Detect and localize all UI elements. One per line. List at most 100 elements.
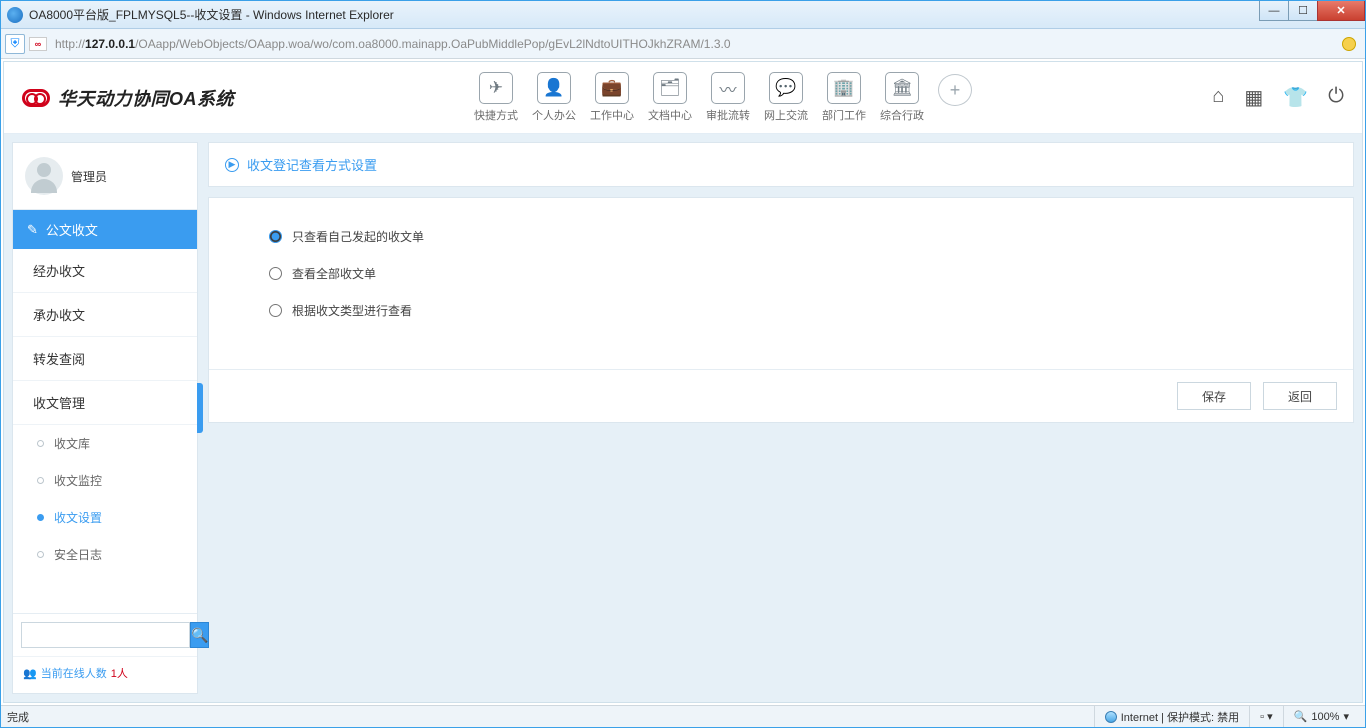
plus-icon: + [938, 74, 972, 106]
user-block: 管理员 [13, 143, 197, 210]
user-name: 管理员 [71, 168, 107, 185]
minimize-button[interactable]: — [1259, 1, 1289, 21]
menu-item-3[interactable]: 收文管理 [13, 381, 197, 425]
status-bar: 完成 Internet | 保护模式: 禁用 ▫ ▾ 🔍 100% ▾ [1, 705, 1365, 727]
nav-add[interactable]: + [938, 74, 972, 121]
window-controls: — ☐ ✕ [1260, 1, 1365, 21]
panel-footer: 保存 返回 [209, 369, 1353, 422]
sub-item-label: 安全日志 [54, 546, 102, 563]
nav-item-5[interactable]: 💬 网上交流 [764, 72, 808, 123]
apps-icon[interactable]: ▦ [1244, 85, 1263, 110]
window-title: OA8000平台版_FPLMYSQL5--收文设置 - Windows Inte… [29, 6, 394, 23]
globe-icon [1105, 711, 1117, 723]
back-button[interactable]: 返回 [1263, 382, 1337, 410]
menu-item-2[interactable]: 转发查阅 [13, 337, 197, 381]
avatar [25, 157, 63, 195]
nav-icon: ✈ [479, 72, 513, 104]
home-icon[interactable]: ⌂ [1212, 85, 1224, 110]
logo-text: 华天动力协同OA系统 [58, 85, 234, 111]
status-internet: Internet | 保护模式: 禁用 [1094, 706, 1249, 727]
users-icon: 👥 [23, 667, 37, 680]
addr-indicator[interactable] [1337, 33, 1361, 55]
nav-item-1[interactable]: 👤 个人办公 [532, 72, 576, 123]
nav-label: 部门工作 [822, 107, 866, 123]
status-safety[interactable]: ▫ ▾ [1249, 706, 1282, 727]
nav-label: 网上交流 [764, 107, 808, 123]
maximize-button[interactable]: ☐ [1288, 1, 1318, 21]
option-1[interactable]: 查看全部收文单 [269, 265, 1293, 282]
sub-item-label: 收文库 [54, 435, 90, 452]
nav-label: 快捷方式 [474, 107, 518, 123]
arrow-icon: ▶ [225, 158, 239, 172]
nav-item-2[interactable]: 💼 工作中心 [590, 72, 634, 123]
menu-group-label: 公文收文 [46, 220, 98, 239]
app-body: 管理员 ✎ 公文收文 经办收文承办收文转发查阅收文管理 收文库收文监控收文设置安… [4, 134, 1362, 702]
nav-label: 审批流转 [706, 107, 750, 123]
nav-icon: 👤 [537, 72, 571, 104]
url-prefix: http:// [55, 37, 85, 51]
nav-label: 个人办公 [532, 107, 576, 123]
search-input[interactable] [21, 622, 190, 648]
search-button[interactable]: 🔍 [190, 622, 209, 648]
option-0[interactable]: 只查看自己发起的收文单 [269, 228, 1293, 245]
option-radio[interactable] [269, 230, 282, 243]
nav-item-3[interactable]: 🗂文档中心 [648, 72, 692, 123]
url-field[interactable]: http://127.0.0.1/OAapp/WebObjects/OAapp.… [51, 37, 1333, 51]
app-header: 华天动力协同OA系统 ✈ 快捷方式 👤 个人办公 💼 工作中心 🗂文档中心〰审批流转 💬 网上交… [4, 62, 1362, 134]
save-button[interactable]: 保存 [1177, 382, 1251, 410]
site-favicon: ∞ [29, 37, 47, 51]
nav-icon: 🏛 [885, 72, 919, 104]
status-done: 完成 [7, 709, 29, 725]
dot-icon [37, 551, 44, 558]
panel-title-text: 收文登记查看方式设置 [247, 155, 377, 174]
main-area: ▶ 收文登记查看方式设置 只查看自己发起的收文单查看全部收文单根据收文类型进行查… [208, 142, 1354, 694]
nav-item-4[interactable]: 〰审批流转 [706, 72, 750, 123]
option-label: 只查看自己发起的收文单 [292, 228, 424, 245]
sub-item-2[interactable]: 收文设置 [13, 499, 197, 536]
dot-icon [37, 477, 44, 484]
nav-icon: 💼 [595, 72, 629, 104]
shield-icon[interactable]: ⛨ [5, 34, 25, 54]
nav-icon: 💬 [769, 72, 803, 104]
logo-icon [22, 89, 50, 107]
url-host: 127.0.0.1 [85, 37, 135, 51]
sub-item-3[interactable]: 安全日志 [13, 536, 197, 573]
close-button[interactable]: ✕ [1317, 1, 1365, 21]
menu-item-0[interactable]: 经办收文 [13, 249, 197, 293]
sub-item-label: 收文监控 [54, 472, 102, 489]
sidebar: 管理员 ✎ 公文收文 经办收文承办收文转发查阅收文管理 收文库收文监控收文设置安… [12, 142, 198, 694]
sub-item-0[interactable]: 收文库 [13, 425, 197, 462]
panel-title: ▶ 收文登记查看方式设置 [209, 143, 1353, 186]
options-body: 只查看自己发起的收文单查看全部收文单根据收文类型进行查看 [209, 198, 1353, 369]
nav-icon: 🏢 [827, 72, 861, 104]
menu-group[interactable]: ✎ 公文收文 [13, 210, 197, 249]
option-radio[interactable] [269, 267, 282, 280]
dot-icon [37, 514, 44, 521]
nav-label: 工作中心 [590, 107, 634, 123]
online-count: 👥 当前在线人数 1人 [13, 656, 197, 693]
nav-icon: 〰 [711, 72, 745, 104]
titlebar: OA8000平台版_FPLMYSQL5--收文设置 - Windows Inte… [1, 1, 1365, 29]
top-nav: ✈ 快捷方式 👤 个人办公 💼 工作中心 🗂文档中心〰审批流转 💬 网上交流 🏢 部门工作 🏛 综合行政 [474, 72, 924, 123]
address-bar: ⛨ ∞ http://127.0.0.1/OAapp/WebObjects/OA… [1, 29, 1365, 59]
title-panel: ▶ 收文登记查看方式设置 [208, 142, 1354, 187]
sidebar-search: 🔍 [13, 613, 197, 656]
online-number: 1人 [111, 665, 128, 681]
sub-item-1[interactable]: 收文监控 [13, 462, 197, 499]
menu-item-1[interactable]: 承办收文 [13, 293, 197, 337]
nav-label: 综合行政 [880, 107, 924, 123]
nav-item-0[interactable]: ✈ 快捷方式 [474, 72, 518, 123]
header-right: ⌂ ▦ 👕 ⏻ [1212, 85, 1344, 110]
status-zoom[interactable]: 🔍 100% ▾ [1283, 706, 1359, 727]
app-logo: 华天动力协同OA系统 [22, 85, 234, 111]
option-2[interactable]: 根据收文类型进行查看 [269, 302, 1293, 319]
theme-icon[interactable]: 👕 [1283, 85, 1308, 110]
nav-item-7[interactable]: 🏛 综合行政 [880, 72, 924, 123]
nav-item-6[interactable]: 🏢 部门工作 [822, 72, 866, 123]
option-radio[interactable] [269, 304, 282, 317]
option-label: 根据收文类型进行查看 [292, 302, 412, 319]
app-frame: 华天动力协同OA系统 ✈ 快捷方式 👤 个人办公 💼 工作中心 🗂文档中心〰审批流转 💬 网上交… [3, 61, 1363, 703]
power-icon[interactable]: ⏻ [1328, 85, 1344, 110]
sidebar-handle[interactable] [197, 383, 203, 433]
form-panel: 只查看自己发起的收文单查看全部收文单根据收文类型进行查看 保存 返回 [208, 197, 1354, 423]
